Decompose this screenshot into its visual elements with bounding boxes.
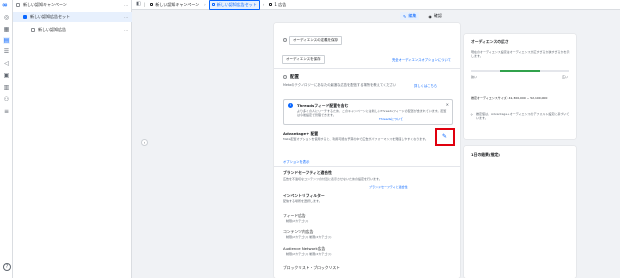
tree-item-ad[interactable]: 新しい認知広告 ··· [13, 25, 132, 35]
more-icon[interactable]: ··· [124, 28, 128, 33]
adset-checkbox[interactable] [23, 15, 27, 19]
chart-icon[interactable]: ▦ [3, 26, 10, 33]
placement-description: Metaのテクノロジーにあなたの最適な広告を配信する場所を教えてください [283, 83, 397, 87]
brand-safety-title: ブランドセーフティと適合性 [283, 170, 332, 175]
pencil-icon: ✎ [403, 13, 407, 19]
edit-label: 編集 [408, 13, 417, 18]
breadcrumb-label: 新しい認知広告セット [216, 1, 257, 7]
daily-results-title: 1日の結果(推定) [471, 152, 500, 157]
placement-learn-more-link[interactable]: 詳しくはこちら [414, 83, 437, 88]
divider: | [144, 2, 146, 7]
adset-icon [211, 3, 215, 6]
layers-icon[interactable]: ▣ [3, 72, 10, 79]
threads-link[interactable]: Threadsについて [379, 117, 403, 121]
placement-title: 配置 [290, 75, 299, 80]
in-content-value: 制限(2カテゴリ) 制限(2カテゴリ) [286, 235, 332, 239]
review-mode-button[interactable]: ◉ 確認 [425, 12, 445, 20]
edit-mode-button[interactable]: ✎ 編集 [400, 12, 420, 20]
audience-options-link[interactable]: 完全オーディエンスオプションについて [392, 57, 451, 62]
ad-icon [269, 3, 273, 6]
library-icon[interactable]: ▥ [3, 84, 10, 91]
notice-body: より多くの人にリーチするため、このキャンペーンには新しいThreadsフィードの… [297, 109, 447, 117]
icon-rail: ∞ ◎ ▦ ▤ ☰ ◁ ▣ ▥ ⚇ ≡ ? [0, 0, 13, 278]
more-icon[interactable]: ··· [124, 3, 128, 8]
campaign-tree: 新しい認知キャンペーン ··· 新しい認知広告セット ··· 新しい認知広告 ·… [13, 0, 148, 278]
breadcrumb-label: 新しい認知キャンペーン [155, 1, 200, 7]
tree-item-label: 新しい認知広告セット [30, 14, 70, 19]
threads-notice: Threadsフィード配置を含む より多くの人にリーチするため、このキャンペーン… [283, 99, 453, 125]
sparkle-icon: ✧ [470, 112, 474, 117]
top-bar: ◧ | 新しい認知キャンペーン › 新しい認知広告セット › 1 広告 [132, 0, 620, 10]
tree-item-campaign[interactable]: 新しい認知キャンペーン ··· [13, 0, 132, 10]
placement-icon [283, 75, 287, 79]
narrow-label: 狭い [471, 75, 478, 79]
divider [274, 166, 460, 167]
breadcrumb-label: 1 広告 [274, 1, 287, 7]
campaign-icon [150, 3, 154, 6]
adset-settings-card: オーディエンスの定義を保存 オーディエンスを保存 完全オーディエンスオプションに… [274, 23, 460, 278]
table-icon[interactable]: ▤ [3, 37, 10, 44]
breadcrumb-adset[interactable]: 新しい認知広告セット [208, 0, 260, 10]
breadcrumb-separator: › [262, 2, 265, 7]
list-icon[interactable]: ☰ [3, 48, 10, 55]
advantage-placement-description: Meta配置オプションを使用すると、利用可能な予算の中で広告がパフォーマンスを発… [283, 137, 428, 141]
breadcrumb-ad[interactable]: 1 広告 [267, 1, 288, 9]
audience-size-meter [471, 70, 569, 72]
more-icon[interactable]: ··· [124, 15, 128, 20]
estimate-note: 推定値は、Advantage+オーディエンスのデフォルト設定に基づいています。 [476, 112, 570, 120]
save-audience-button[interactable]: オーディエンスを保存 [282, 55, 325, 64]
edit-pencil-icon[interactable]: ✎ [441, 133, 448, 140]
campaign-checkbox[interactable] [16, 3, 20, 7]
audience-radio[interactable] [283, 38, 287, 42]
feed-value: 制限(2カテゴリ) [286, 219, 309, 223]
estimated-audience-size: 推定オーディエンスサイズ: 41,300,000 ~ 52,100,000 [471, 96, 548, 100]
tree-item-label: 新しい認知広告 [38, 27, 66, 32]
save-audience-definition-button[interactable]: オーディエンスの定義を保存 [289, 36, 343, 45]
people-icon[interactable]: ⚇ [3, 96, 10, 103]
sidebar-toggle-icon[interactable]: ◧ [136, 2, 141, 7]
collapse-panel-icon[interactable]: ‹ [141, 139, 148, 146]
breadcrumb-campaign[interactable]: 新しい認知キャンペーン [148, 1, 201, 9]
meta-logo: ∞ [2, 1, 8, 9]
broad-label: 広い [562, 75, 569, 79]
close-icon[interactable]: ✕ [446, 102, 449, 107]
menu-icon[interactable]: ≡ [3, 108, 10, 115]
audience-size-title: オーディエンスの広さ [471, 39, 509, 44]
show-options-link[interactable]: オプションを表示 [283, 159, 309, 164]
audience-size-card: オーディエンスの広さ 現在のオーディエンス設定はオーディエンスが広すぎるか狭すぎ… [464, 34, 576, 139]
help-icon[interactable]: ? [3, 263, 11, 271]
audience-size-description: 現在のオーディエンス設定はオーディエンスが広すぎるか狭すぎるかを示します。 [471, 50, 570, 58]
tree-item-adset[interactable]: 新しい認知広告セット ··· [13, 12, 132, 22]
brand-safety-description: 広告を不適切なコンテンツの付近に表示させないための設定を行います。 [283, 177, 382, 181]
mode-toggle: ✎ 編集 ◉ 確認 [400, 12, 445, 20]
info-icon: i [288, 103, 293, 108]
breadcrumb-separator: › [204, 2, 206, 7]
inventory-filter-description: 配信する場所を選択します。 [283, 199, 322, 203]
divider [274, 68, 460, 69]
eye-icon: ◉ [428, 13, 432, 19]
grid-icon[interactable]: ◎ [3, 14, 10, 21]
megaphone-icon[interactable]: ◁ [3, 60, 10, 67]
tree-item-label: 新しい認知キャンペーン [23, 2, 67, 7]
ad-checkbox[interactable] [31, 28, 35, 32]
review-label: 確認 [433, 13, 442, 18]
daily-results-card: 1日の結果(推定) [464, 146, 576, 278]
audience-network-value: 制限(2カテゴリ) 制限(2カテゴリ) [286, 252, 332, 256]
blocklist-label: ブロックリスト・ブロックリスト [283, 265, 340, 270]
brand-safety-link[interactable]: ブランドセーフティと適合性 [369, 185, 408, 189]
